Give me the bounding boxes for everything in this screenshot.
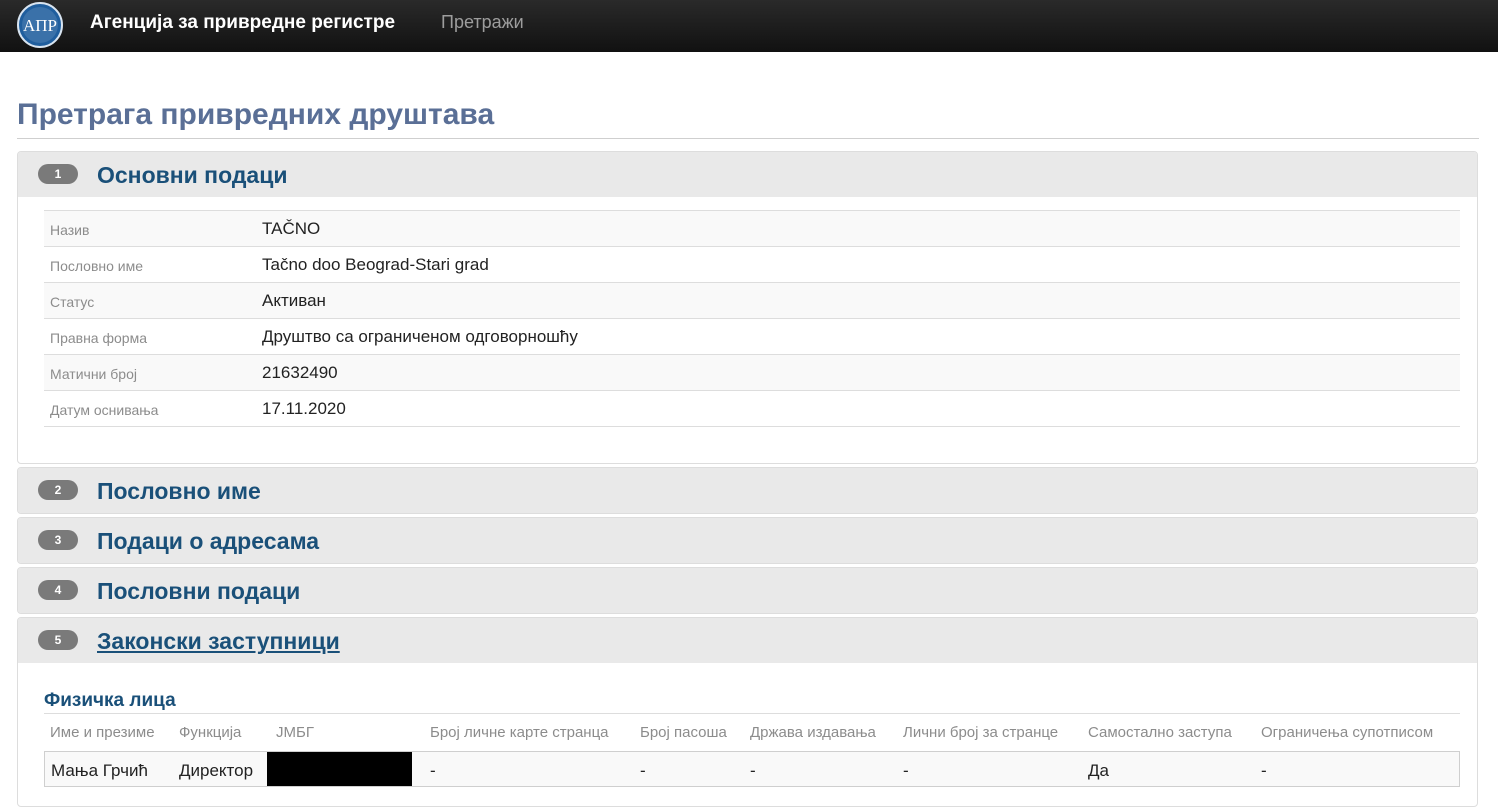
section-number-badge: 3 (38, 530, 78, 550)
info-row: Датум оснивања 17.11.2020 (44, 391, 1460, 427)
column-header: Број пасоша (640, 724, 727, 741)
info-label: Назив (50, 222, 90, 238)
column-header: Лични број за странце (903, 724, 1059, 741)
column-header: Држава издавања (750, 724, 876, 741)
section-title[interactable]: Пословни подаци (97, 578, 300, 605)
info-row: Статус Активан (44, 283, 1460, 319)
panel-header-business-name[interactable]: 2 Пословно име (18, 468, 1477, 513)
section-title[interactable]: Подаци о адресама (97, 528, 319, 555)
section-title[interactable]: Основни подаци (97, 162, 288, 189)
title-divider (17, 138, 1479, 139)
section-title[interactable]: Пословно име (97, 478, 261, 505)
cell-issuing-country: - (750, 761, 756, 780)
section-number-badge: 4 (38, 580, 78, 600)
top-navbar: АПР Агенција за привредне регистре Претр… (0, 0, 1498, 52)
cell-independent-representation: Да (1088, 761, 1109, 780)
panel-basic-info: 1 Основни подаци Назив TAČNO Пословно им… (17, 151, 1478, 464)
cell-cosignature-limits: - (1261, 761, 1267, 780)
column-header: Име и презиме (50, 724, 155, 741)
info-label: Датум оснивања (50, 402, 159, 418)
representatives-table: Име и презиме Функција ЈМБГ Број личне к… (44, 713, 1460, 787)
cell-foreign-id: - (430, 761, 436, 780)
cell-foreigner-number: - (903, 761, 909, 780)
panel-business-data: 4 Пословни подаци (17, 567, 1478, 614)
section-number-badge: 1 (38, 164, 78, 184)
panel-legal-representatives: 5 Законски заступници Физичка лица Име и… (17, 617, 1478, 807)
brand-name[interactable]: Агенција за привредне регистре (90, 12, 395, 34)
info-row: Правна форма Друштво са ограниченом одго… (44, 319, 1460, 355)
info-row: Пословно име Tačno doo Beograd-Stari gra… (44, 247, 1460, 283)
panel-header-business-data[interactable]: 4 Пословни подаци (18, 568, 1477, 613)
info-label: Статус (50, 294, 95, 310)
info-value: Друштво са ограниченом одговорношћу (262, 327, 578, 346)
section-number-badge: 2 (38, 480, 78, 500)
info-value: 21632490 (262, 363, 338, 382)
redacted-jmbg (267, 752, 412, 786)
panel-header-addresses[interactable]: 3 Подаци о адресама (18, 518, 1477, 563)
column-header: Самостално заступа (1088, 724, 1232, 741)
info-value: TAČNO (262, 219, 321, 238)
panel-addresses: 3 Подаци о адресама (17, 517, 1478, 564)
info-value: 17.11.2020 (262, 399, 346, 418)
cell-passport: - (640, 761, 646, 780)
page-title: Претрага привредних друштава (17, 98, 495, 131)
info-value: Tačno doo Beograd-Stari grad (262, 255, 489, 274)
apr-logo[interactable]: АПР (17, 2, 63, 48)
info-label: Пословно име (50, 258, 144, 274)
cell-function: Директор (179, 761, 254, 780)
logo-lettering: АПР (23, 16, 57, 35)
section-number-badge: 5 (38, 630, 78, 650)
column-header: Функција (179, 724, 242, 741)
info-row: Матични број 21632490 (44, 355, 1460, 391)
info-row: Назив TAČNO (44, 211, 1460, 247)
column-header: ЈМБГ (276, 724, 314, 741)
info-label: Правна форма (50, 330, 147, 346)
panel-header-legal-representatives[interactable]: 5 Законски заступници (18, 618, 1477, 663)
panel-header-basic-info[interactable]: 1 Основни подаци (18, 152, 1477, 197)
natural-persons-heading: Физичка лица (44, 690, 176, 711)
column-header: Број личне карте странца (430, 724, 609, 741)
column-header: Ограничења супотписом (1261, 724, 1434, 741)
cell-name: Мања Грчић (51, 761, 148, 780)
basic-info-table: Назив TAČNO Пословно име Tačno doo Beogr… (44, 210, 1460, 427)
nav-link-search[interactable]: Претражи (441, 12, 524, 33)
panel-business-name: 2 Пословно име (17, 467, 1478, 514)
info-label: Матични број (50, 366, 137, 382)
table-row: Мања Грчић Директор - - - - Да - (44, 751, 1460, 787)
section-title[interactable]: Законски заступници (97, 628, 340, 655)
info-value: Активан (262, 291, 326, 310)
